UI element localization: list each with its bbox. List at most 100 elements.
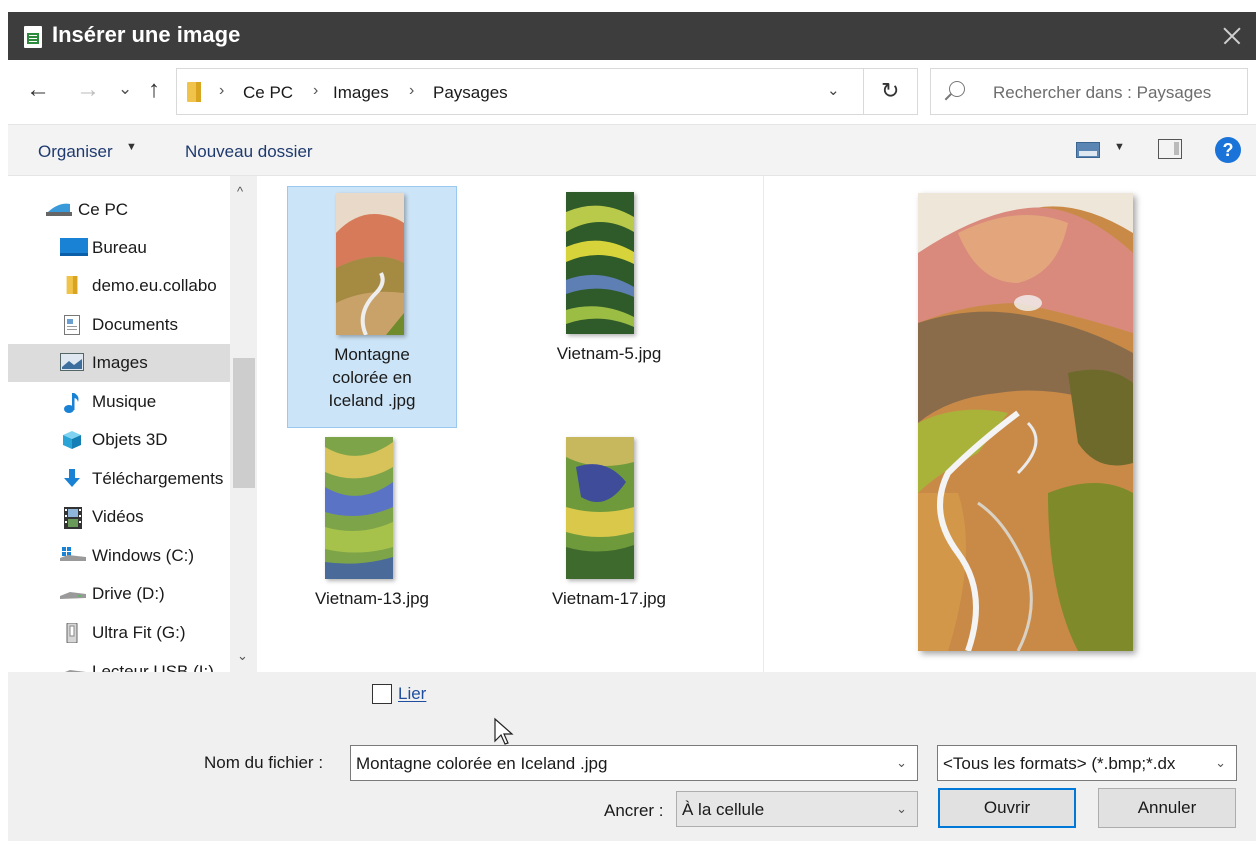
sidebar-item-musique[interactable]: Musique <box>8 383 230 421</box>
sidebar-item-telechargements[interactable]: Téléchargements <box>8 460 230 498</box>
sidebar-item-label: Drive (D:) <box>92 584 165 603</box>
breadcrumb-separator-icon: › <box>409 82 415 99</box>
refresh-icon[interactable]: ↻ <box>881 78 899 104</box>
file-thumbnail <box>566 192 634 334</box>
preview-pane <box>763 176 1256 672</box>
up-arrow-icon[interactable]: ↑ <box>148 78 160 102</box>
file-tile[interactable]: Vietnam-13.jpg <box>287 431 457 621</box>
usb-drive-icon <box>65 670 86 672</box>
link-checkbox-label[interactable]: Lier <box>398 684 426 704</box>
cancel-button[interactable]: Annuler <box>1098 788 1236 828</box>
view-options-caret-icon[interactable]: ▼ <box>1114 141 1125 153</box>
drive-icon <box>60 592 86 599</box>
breadcrumb-separator-icon: › <box>313 82 319 99</box>
link-checkbox[interactable] <box>372 684 392 704</box>
preview-image <box>918 193 1133 651</box>
file-thumbnail <box>325 437 393 579</box>
mouse-cursor-icon <box>494 717 514 745</box>
back-arrow-icon[interactable]: ← <box>26 78 50 102</box>
scrollbar-thumb[interactable] <box>233 358 255 488</box>
file-type-select[interactable]: <Tous les formats> (*.bmp;*.dx ⌄ <box>937 745 1237 781</box>
recent-locations-chevron-icon[interactable]: ⌄ <box>118 77 132 101</box>
breadcrumb-ce-pc[interactable]: Ce PC <box>243 83 293 103</box>
sidebar-item-demo[interactable]: demo.eu.collabo <box>8 267 230 305</box>
filename-label: Nom du fichier : <box>204 753 324 772</box>
file-name: Montagne colorée en Iceland .jpg <box>328 345 416 410</box>
dialog-footer: Lier Nom du fichier : Montagne colorée e… <box>8 672 1256 841</box>
sidebar-item-label: Ultra Fit (G:) <box>92 623 186 642</box>
sidebar-item-bureau[interactable]: Bureau <box>8 229 230 267</box>
sidebar-item-label: Lecteur USB (I:) <box>92 662 214 672</box>
sidebar-item-label: Documents <box>92 315 178 334</box>
chevron-down-icon[interactable]: ⌄ <box>1215 755 1226 771</box>
breadcrumb-paysages[interactable]: Paysages <box>433 83 508 103</box>
new-folder-button[interactable]: Nouveau dossier <box>185 142 313 162</box>
open-button[interactable]: Ouvrir <box>938 788 1076 828</box>
file-tile[interactable]: Vietnam-5.jpg <box>524 186 694 386</box>
downloads-icon <box>64 469 80 487</box>
anchor-select[interactable]: À la cellule ⌄ <box>676 791 918 827</box>
sidebar-item-ce-pc[interactable]: Ce PC <box>8 191 230 229</box>
videos-icon <box>64 507 82 529</box>
change-view-icon[interactable] <box>1076 142 1100 158</box>
file-tile[interactable]: Montagne colorée en Iceland .jpg <box>287 186 457 428</box>
sidebar-item-drive-d[interactable]: Drive (D:) <box>8 575 230 613</box>
sidebar-item-windows-c[interactable]: Windows (C:) <box>8 537 230 575</box>
sidebar-item-label: demo.eu.collabo <box>92 276 217 295</box>
sidebar-item-label: Bureau <box>92 238 147 257</box>
usb-stick-icon <box>66 623 78 643</box>
file-name: Vietnam-17.jpg <box>551 589 667 608</box>
chevron-down-icon[interactable]: ⌄ <box>896 801 907 817</box>
sidebar-item-videos[interactable]: Vidéos <box>8 498 230 536</box>
close-icon[interactable] <box>1218 22 1246 50</box>
music-icon <box>64 393 79 413</box>
anchor-label: Ancrer : <box>604 801 664 820</box>
search-icon <box>949 81 965 97</box>
sidebar-item-images[interactable]: Images <box>8 344 230 382</box>
sidebar-item-label: Téléchargements <box>92 469 224 488</box>
objects-3d-icon <box>63 431 81 449</box>
sidebar-scrollbar[interactable]: ^ ⌄ <box>230 176 257 672</box>
file-list: Montagne colorée en Iceland .jpg Vietnam… <box>257 176 763 672</box>
scroll-up-icon[interactable]: ^ <box>237 184 243 199</box>
scroll-down-icon[interactable]: ⌄ <box>237 648 248 664</box>
chevron-down-icon[interactable]: ⌄ <box>896 755 907 771</box>
pictures-icon <box>60 353 84 371</box>
navigation-bar: ← → ⌄ ↑ › Ce PC › Images › Paysages ⌄ ↻ … <box>8 60 1256 124</box>
sidebar-item-lecteur-usb-i[interactable]: Lecteur USB (I:) <box>8 653 230 672</box>
file-name: Vietnam-13.jpg <box>314 589 430 608</box>
sidebar-item-label: Windows (C:) <box>92 546 195 565</box>
desktop-icon <box>60 238 88 256</box>
organize-caret-icon: ▼ <box>126 141 137 153</box>
file-thumbnail <box>566 437 634 579</box>
filename-field[interactable]: Montagne colorée en Iceland .jpg ⌄ <box>350 745 918 781</box>
preview-pane-icon[interactable] <box>1158 139 1182 159</box>
filename-value: Montagne colorée en Iceland .jpg <box>356 754 608 773</box>
organize-button[interactable]: Organiser <box>38 142 113 162</box>
help-icon[interactable]: ? <box>1215 137 1241 163</box>
sidebar-item-label: Ce PC <box>78 200 129 219</box>
breadcrumb-images[interactable]: Images <box>333 83 389 103</box>
sidebar-item-label: Images <box>92 353 148 372</box>
address-history-chevron-icon[interactable]: ⌄ <box>827 81 840 99</box>
address-bar[interactable]: › Ce PC › Images › Paysages ⌄ ↻ <box>176 68 918 115</box>
search-input[interactable]: Rechercher dans : Paysages <box>930 68 1248 115</box>
forward-arrow-icon[interactable]: → <box>76 78 100 102</box>
search-placeholder: Rechercher dans : Paysages <box>993 83 1212 102</box>
sidebar-item-label: Objets 3D <box>92 430 168 449</box>
anchor-value: À la cellule <box>682 800 765 819</box>
file-name: Vietnam-5.jpg <box>556 344 662 363</box>
sidebar-item-documents[interactable]: Documents <box>8 306 230 344</box>
sidebar-item-label: Vidéos <box>92 507 144 526</box>
documents-icon <box>64 315 80 335</box>
file-type-value: <Tous les formats> (*.bmp;*.dx <box>943 754 1176 773</box>
file-tile[interactable]: Vietnam-17.jpg <box>524 431 694 621</box>
folder-icon <box>66 276 78 294</box>
sidebar-item-ultra-fit-g[interactable]: Ultra Fit (G:) <box>8 614 230 652</box>
divider <box>863 69 864 114</box>
folder-icon <box>187 82 201 102</box>
file-thumbnail <box>336 193 404 335</box>
sidebar-item-objets-3d[interactable]: Objets 3D <box>8 421 230 459</box>
navigation-pane: Ce PC Bureau demo.eu.collabo Documents I… <box>8 176 257 672</box>
windows-drive-icon <box>60 547 86 561</box>
